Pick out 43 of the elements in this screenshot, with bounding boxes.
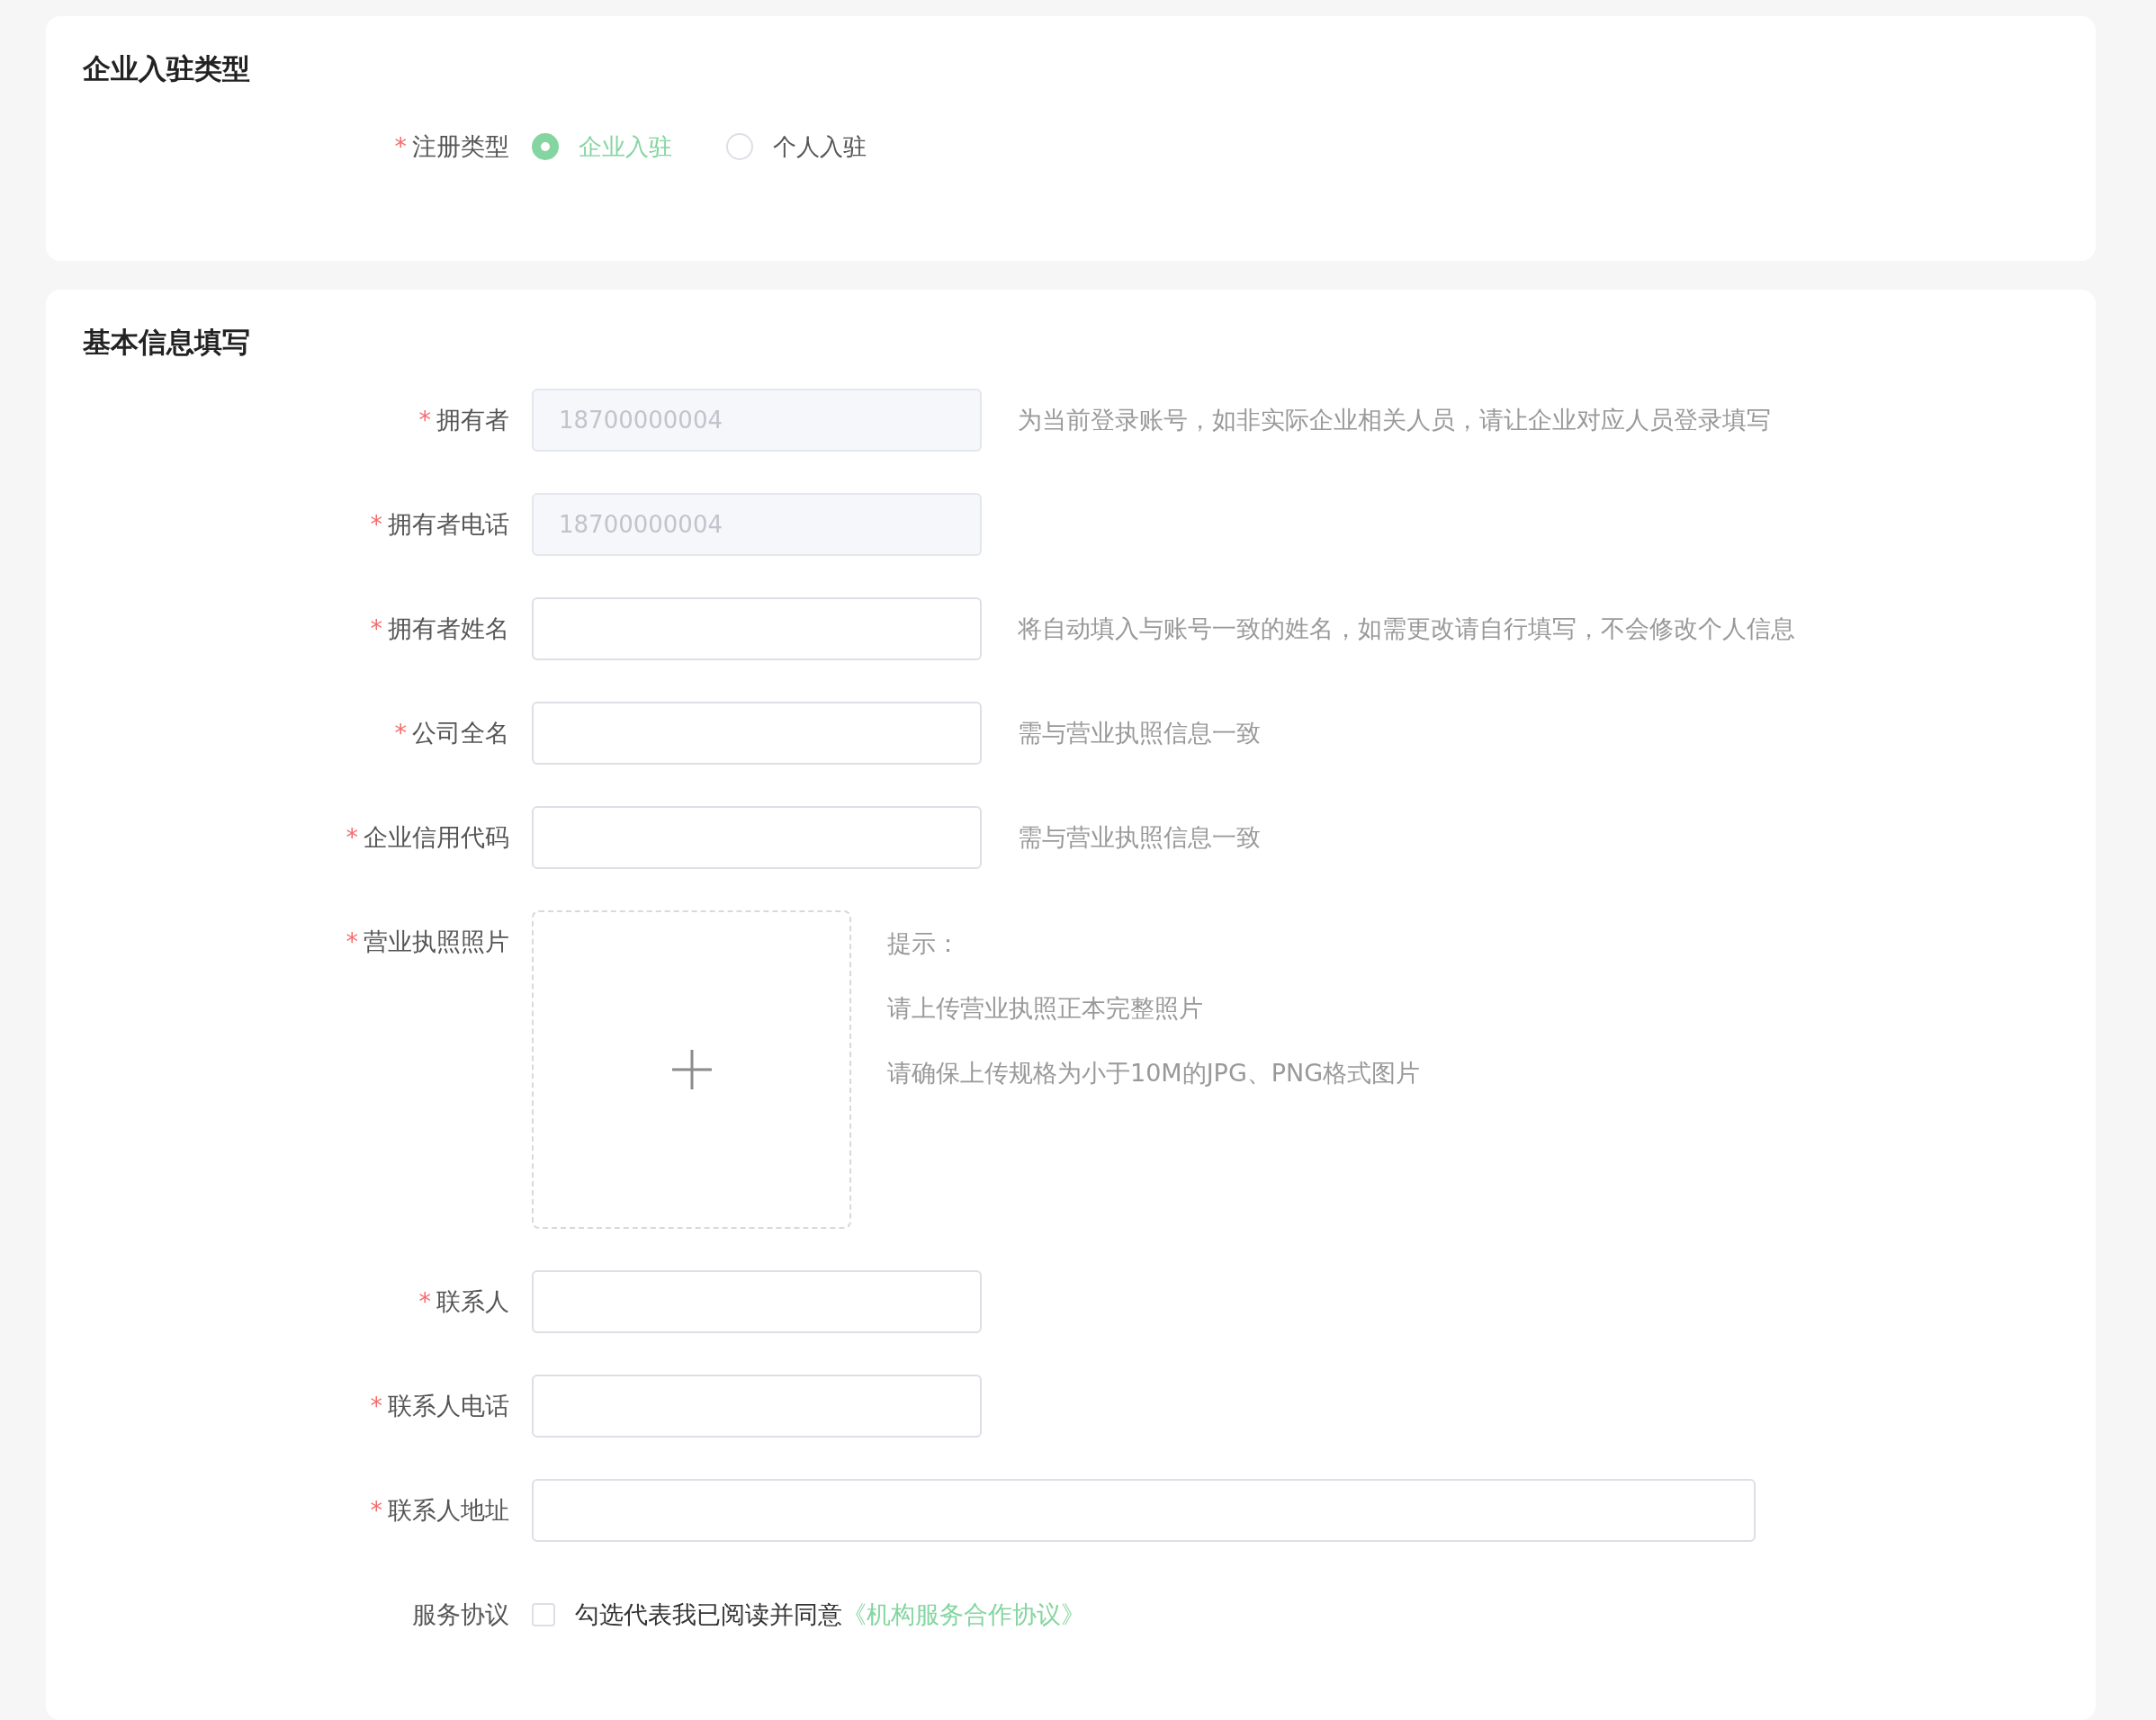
required-mark: * xyxy=(370,508,382,540)
required-mark: * xyxy=(370,613,382,644)
input-field[interactable] xyxy=(532,1270,982,1333)
radio-option[interactable]: 企业入驻 xyxy=(532,129,672,165)
field-label: 拥有者电话 xyxy=(388,508,509,540)
section-title: 基本信息填写 xyxy=(83,326,251,358)
radio-option[interactable]: 个人入驻 xyxy=(726,129,867,165)
upload-area[interactable] xyxy=(532,910,851,1229)
input-field[interactable] xyxy=(532,806,982,869)
input-field[interactable] xyxy=(532,702,982,765)
field-label: 联系人 xyxy=(436,1286,509,1317)
field-hint: 将自动填入与账号一致的姓名，如需更改请自行填写，不会修改个人信息 xyxy=(1018,614,1795,644)
required-mark: * xyxy=(418,404,431,435)
required-mark: * xyxy=(394,130,407,162)
required-mark: * xyxy=(346,926,358,957)
field-hint: 为当前登录账号，如非实际企业相关人员，请让企业对应人员登录填写 xyxy=(1018,405,1771,435)
field-label: 服务协议 xyxy=(412,1599,509,1630)
field-hint: 需与营业执照信息一致 xyxy=(1018,718,1261,748)
input-field[interactable] xyxy=(532,1375,982,1438)
field-label: 拥有者姓名 xyxy=(388,613,509,644)
section-title: 企业入驻类型 xyxy=(83,52,251,85)
agreement-link[interactable]: 《机构服务合作协议》 xyxy=(842,1596,1085,1634)
agreement-text: 勾选代表我已阅读并同意 xyxy=(575,1599,842,1630)
checkbox[interactable] xyxy=(532,1603,555,1626)
field-hint: 需与营业执照信息一致 xyxy=(1018,822,1261,853)
upload-hint: 请上传营业执照正本完整照片 xyxy=(887,993,1204,1024)
plus-icon xyxy=(670,1049,713,1090)
upload-hint: 请确保上传规格为小于10M的JPG、PNG格式图片 xyxy=(887,1058,1421,1088)
field-label: 营业执照照片 xyxy=(364,926,509,957)
upload-hint: 提示： xyxy=(887,928,961,959)
field-label: 拥有者 xyxy=(436,404,509,435)
field-label: 注册类型 xyxy=(412,130,509,162)
field-label: 公司全名 xyxy=(412,717,509,748)
required-mark: * xyxy=(370,1390,382,1421)
required-mark: * xyxy=(370,1494,382,1526)
input-field[interactable] xyxy=(532,597,982,660)
field-label: 企业信用代码 xyxy=(364,821,509,853)
field-label: 联系人电话 xyxy=(388,1390,509,1421)
input-field[interactable] xyxy=(532,1479,1756,1542)
required-mark: * xyxy=(394,717,407,748)
required-mark: * xyxy=(418,1286,431,1317)
field-label: 联系人地址 xyxy=(388,1494,509,1526)
required-mark: * xyxy=(346,821,358,853)
